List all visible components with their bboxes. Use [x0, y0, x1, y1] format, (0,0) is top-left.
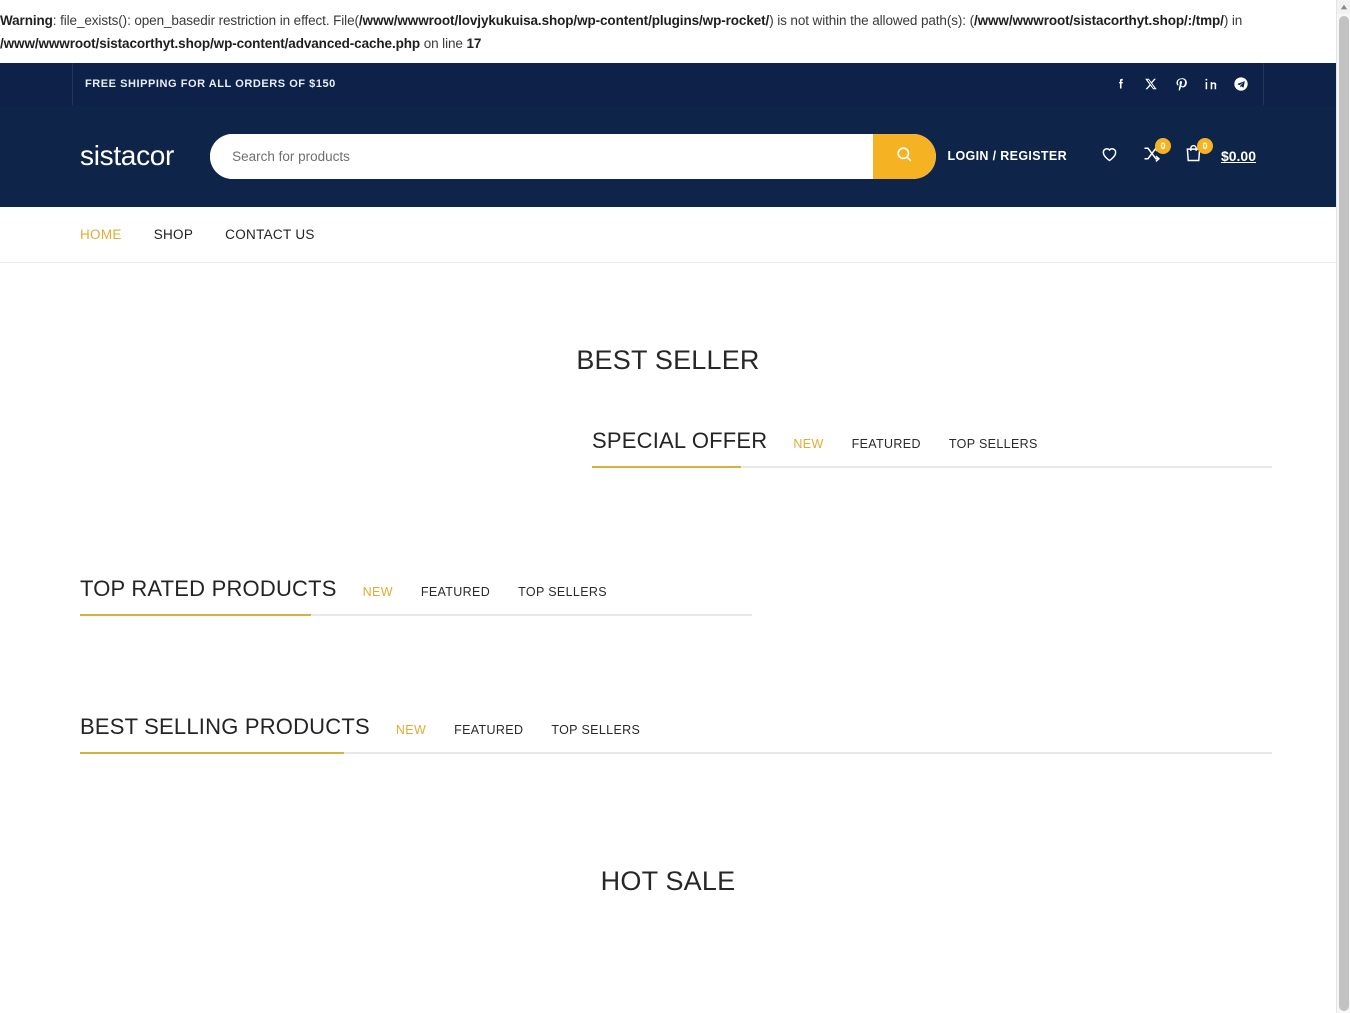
shipping-notice: FREE SHIPPING FOR ALL ORDERS OF $150 [85, 78, 336, 90]
page-content: BEST SELLER SPECIAL OFFER NEW FEATURED T… [0, 263, 1336, 897]
compare-count-badge: 0 [1155, 138, 1171, 154]
x-twitter-icon[interactable] [1143, 76, 1159, 92]
tab-top-sellers-best-selling[interactable]: TOP SELLERS [551, 724, 640, 739]
wishlist-button[interactable] [1093, 139, 1127, 173]
top-rated-products-section: TOP RATED PRODUCTS NEW FEATURED TOP SELL… [72, 578, 1264, 616]
search-input[interactable] [210, 134, 873, 179]
section-title-best-selling-products: BEST SELLING PRODUCTS [80, 716, 370, 738]
php-warning-line-number: 17 [466, 36, 481, 51]
cart-total-amount[interactable]: $0.00 [1221, 148, 1256, 164]
nav-item-shop[interactable]: SHOP [154, 227, 193, 242]
cart-button[interactable]: 0 [1177, 139, 1211, 173]
compare-button[interactable]: 0 [1135, 139, 1169, 173]
heart-icon [1099, 143, 1120, 169]
php-warning-text-1: : file_exists(): open_basedir restrictio… [53, 13, 359, 28]
hot-sale-block: HOT SALE [72, 866, 1264, 897]
main-navigation: HOME SHOP CONTACT US [0, 207, 1336, 263]
page-root: Warning: file_exists(): open_basedir res… [0, 0, 1336, 1013]
top-rated-products-tabs: TOP RATED PRODUCTS NEW FEATURED TOP SELL… [80, 578, 752, 616]
tab-top-sellers-top-rated[interactable]: TOP SELLERS [518, 586, 607, 601]
php-warning-text-4: on line [420, 36, 466, 51]
main-navigation-inner: HOME SHOP CONTACT US [72, 207, 1264, 263]
facebook-icon[interactable] [1113, 76, 1129, 92]
topbar-inner: FREE SHIPPING FOR ALL ORDERS OF $150 [72, 63, 1264, 105]
header-actions: LOGIN / REGISTER 0 [947, 139, 1256, 173]
php-warning-text-2: ) is not within the allowed path(s): ( [769, 13, 974, 28]
tab-featured-special-offer[interactable]: FEATURED [852, 438, 921, 453]
cart-area: 0 $0.00 [1177, 139, 1256, 173]
php-warning-path-1: /www/wwwroot/lovjykukuisa.shop/wp-conten… [359, 13, 769, 28]
nav-item-home[interactable]: HOME [80, 227, 122, 242]
section-title-special-offer: SPECIAL OFFER [592, 430, 767, 452]
best-seller-block: BEST SELLER [72, 345, 1264, 376]
php-warning-text-3: ) in [1224, 13, 1242, 28]
site-header: sistacor LOGIN / REGISTER [0, 105, 1336, 207]
page-title-best-seller: BEST SELLER [80, 345, 1256, 376]
best-selling-products-section: BEST SELLING PRODUCTS NEW FEATURED TOP S… [72, 716, 1264, 754]
tab-new-special-offer[interactable]: NEW [793, 438, 823, 453]
tab-featured-best-selling[interactable]: FEATURED [454, 724, 523, 739]
tab-top-sellers-special-offer[interactable]: TOP SELLERS [949, 438, 1038, 453]
tab-featured-top-rated[interactable]: FEATURED [421, 586, 490, 601]
scrollbar-thumb[interactable] [1339, 16, 1349, 1011]
section-title-top-rated-products: TOP RATED PRODUCTS [80, 578, 337, 600]
special-offer-tabs: SPECIAL OFFER NEW FEATURED TOP SELLERS [592, 430, 1272, 468]
linkedin-icon[interactable] [1203, 76, 1219, 92]
tab-new-best-selling[interactable]: NEW [396, 724, 426, 739]
site-header-inner: sistacor LOGIN / REGISTER [72, 105, 1264, 207]
vertical-scrollbar[interactable] [1336, 0, 1350, 1013]
topbar: FREE SHIPPING FOR ALL ORDERS OF $150 [0, 63, 1336, 105]
php-warning-label: Warning [0, 13, 53, 28]
product-search-form [210, 134, 936, 179]
browser-viewport: Warning: file_exists(): open_basedir res… [0, 0, 1350, 1013]
search-icon [895, 145, 914, 167]
php-warning-message: Warning: file_exists(): open_basedir res… [0, 0, 1336, 63]
social-links [1113, 76, 1249, 92]
page-title-hot-sale: HOT SALE [80, 866, 1256, 897]
pinterest-icon[interactable] [1173, 76, 1189, 92]
php-warning-path-3: /www/wwwroot/sistacorthyt.shop/wp-conten… [0, 36, 420, 51]
best-selling-products-tabs: BEST SELLING PRODUCTS NEW FEATURED TOP S… [80, 716, 1272, 754]
nav-item-contact-us[interactable]: CONTACT US [225, 227, 315, 242]
tab-new-top-rated[interactable]: NEW [363, 586, 393, 601]
scroll-up-arrow-icon[interactable] [1337, 0, 1350, 14]
cart-count-badge: 0 [1197, 138, 1213, 154]
login-register-link[interactable]: LOGIN / REGISTER [947, 149, 1067, 163]
special-offer-section: SPECIAL OFFER NEW FEATURED TOP SELLERS [72, 430, 1264, 468]
site-logo[interactable]: sistacor [80, 142, 174, 170]
telegram-icon[interactable] [1233, 76, 1249, 92]
search-submit-button[interactable] [873, 134, 936, 179]
php-warning-path-2: /www/wwwroot/sistacorthyt.shop/:/tmp/ [974, 13, 1224, 28]
